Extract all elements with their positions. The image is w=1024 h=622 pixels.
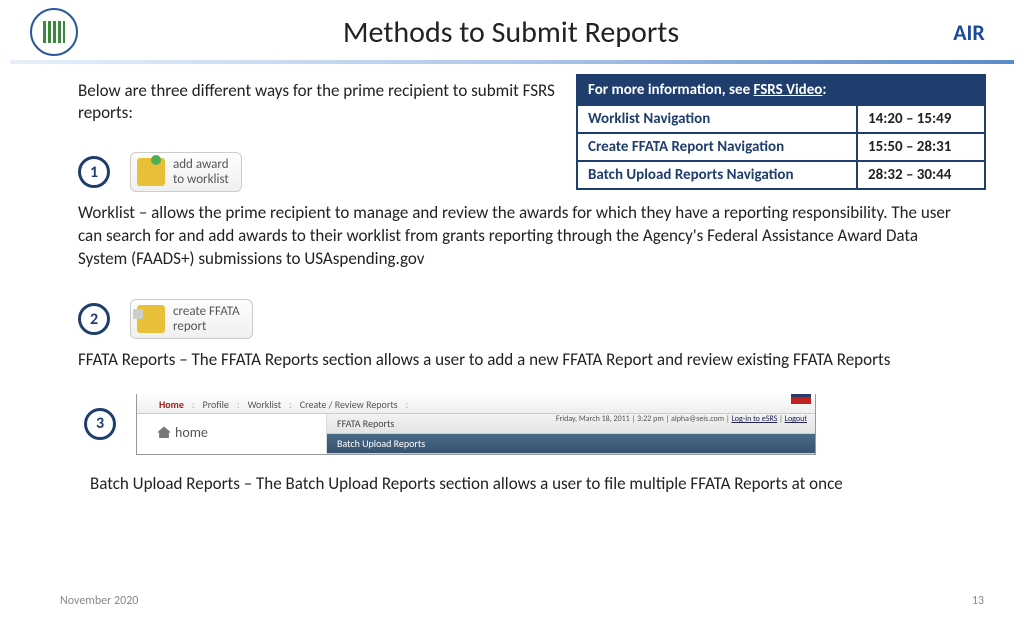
nav-home-link[interactable]: Home [159, 398, 184, 411]
header-divider [10, 60, 1014, 64]
table-header: For more information, see FSRS Video: [577, 75, 985, 105]
nav-home-heading: home [137, 414, 327, 454]
step-number-2: 2 [78, 303, 110, 335]
folder-add-icon [137, 158, 165, 186]
table-row: Create FFATA Report Navigation 15:50 – 2… [577, 133, 985, 161]
footer-date: November 2020 [60, 594, 138, 608]
intro-text: Below are three different ways for the p… [78, 80, 583, 124]
nav-create-link[interactable]: Create / Review Reports [300, 398, 398, 411]
nav-screenshot: Home: Profile: Worklist: Create / Review… [136, 394, 816, 455]
step-3-description: Batch Upload Reports – The Batch Upload … [90, 473, 954, 496]
nav-profile-link[interactable]: Profile [203, 398, 229, 411]
us-flag-icon [791, 394, 811, 404]
hud-seal-logo [30, 8, 78, 56]
folder-doc-icon [137, 305, 165, 333]
slide-title: Methods to Submit Reports [78, 14, 944, 51]
step-1-description: Worklist – allows the prime recipient to… [78, 202, 954, 271]
air-logo: AIR [944, 14, 994, 50]
home-icon [157, 426, 171, 438]
step-3-row: 3 Home: Profile: Worklist: Create / Revi… [84, 394, 954, 455]
step-2-row: 2 create FFATA report [78, 299, 954, 339]
nav-tab-batch-upload[interactable]: Batch Upload Reports [327, 434, 815, 454]
step-2-description: FFATA Reports – The FFATA Reports sectio… [78, 349, 954, 372]
step-number-1: 1 [78, 156, 110, 188]
video-timestamps-table: For more information, see FSRS Video: Wo… [576, 74, 986, 190]
step-number-3: 3 [84, 408, 116, 440]
logout-link[interactable]: Logout [785, 414, 807, 424]
add-award-button[interactable]: add award to worklist [130, 152, 242, 192]
footer-page-number: 13 [972, 594, 984, 608]
nav-top-bar: Home: Profile: Worklist: Create / Review… [137, 394, 815, 414]
login-esrs-link[interactable]: Log-in to eSRS [731, 414, 777, 424]
fsrs-video-link[interactable]: FSRS Video [754, 81, 823, 99]
create-ffata-button[interactable]: create FFATA report [130, 299, 253, 339]
table-row: Batch Upload Reports Navigation 28:32 – … [577, 161, 985, 189]
nav-worklist-link[interactable]: Worklist [248, 398, 282, 411]
nav-status-bar: Friday, March 18, 2011 | 3:22 pm | alpha… [556, 414, 807, 424]
table-row: Worklist Navigation 14:20 – 15:49 [577, 105, 985, 133]
